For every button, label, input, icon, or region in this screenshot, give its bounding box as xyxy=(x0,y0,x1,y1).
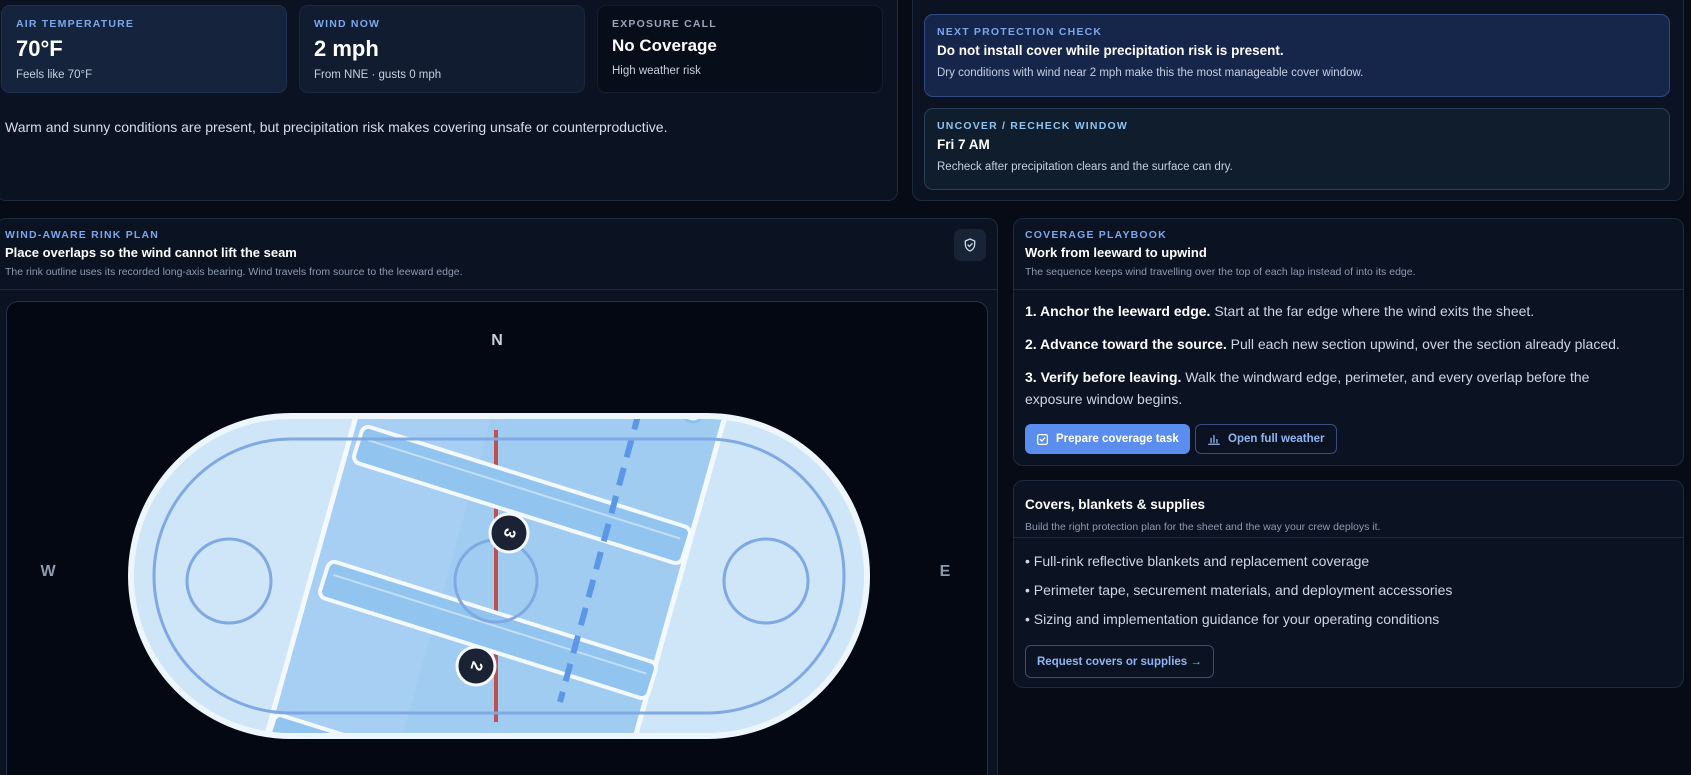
prepare-coverage-task-label: Prepare coverage task xyxy=(1056,433,1179,445)
compass-west: W xyxy=(40,563,56,580)
supplies-title: Covers, blankets & supplies xyxy=(1025,497,1206,512)
playbook-step: 2. Advance toward the source. Pull each … xyxy=(1025,336,1620,352)
playbook-header: COVERAGE PLAYBOOK Work from leeward to u… xyxy=(1025,229,1416,278)
air-temperature-label: AIR TEMPERATURE xyxy=(16,18,135,30)
rink-plan-subtitle: The rink outline uses its recorded long-… xyxy=(5,266,463,278)
supplies-list-item: • Perimeter tape, securement materials, … xyxy=(1025,582,1453,598)
recheck-window-card: UNCOVER / RECHECK WINDOW Fri 7 AM Rechec… xyxy=(924,108,1670,190)
next-protection-check-card: NEXT PROTECTION CHECK Do not install cov… xyxy=(924,14,1670,97)
rink-plan-header: WIND-AWARE RINK PLAN Place overlaps so t… xyxy=(5,229,463,278)
exposure-call-card: EXPOSURE CALL No Coverage High weather r… xyxy=(597,5,883,93)
wind-direction-text: From NNE · gusts 0 mph xyxy=(314,69,442,81)
air-temperature-card: AIR TEMPERATURE 70°F Feels like 70°F xyxy=(1,5,287,93)
sequence-marker-2: 2 xyxy=(455,645,497,687)
coverage-playbook-panel: COVERAGE PLAYBOOK Work from leeward to u… xyxy=(1013,218,1684,466)
next-check-body: Dry conditions with wind near 2 mph make… xyxy=(937,67,1364,79)
rink-plan-title: Place overlaps so the wind cannot lift t… xyxy=(5,245,297,260)
supplies-list-item: • Full-rink reflective blankets and repl… xyxy=(1025,553,1370,569)
shield-check-button[interactable] xyxy=(954,229,986,261)
air-temperature-value: 70°F xyxy=(16,36,63,61)
prepare-coverage-task-button[interactable]: Prepare coverage task xyxy=(1025,424,1190,454)
open-full-weather-label: Open full weather xyxy=(1228,433,1325,445)
playbook-steps: 1. Anchor the leeward edge. Start at the… xyxy=(1025,300,1635,410)
recheck-body: Recheck after precipitation clears and t… xyxy=(937,161,1233,173)
next-check-label: NEXT PROTECTION CHECK xyxy=(937,26,1103,38)
next-check-title: Do not install cover while precipitation… xyxy=(937,43,1284,58)
supplies-divider xyxy=(1014,537,1683,538)
playbook-divider xyxy=(1014,289,1683,290)
shield-check-icon xyxy=(964,238,976,252)
rink-plan-divider xyxy=(0,289,997,290)
request-covers-label: Request covers or supplies → xyxy=(1037,655,1202,668)
sequence-marker-3: 3 xyxy=(488,512,530,554)
bar-chart-icon xyxy=(1208,434,1220,445)
rink-plan-panel: WIND-AWARE RINK PLAN Place overlaps so t… xyxy=(0,218,998,775)
supplies-header: Covers, blankets & supplies Build the ri… xyxy=(1025,493,1380,533)
recheck-title: Fri 7 AM xyxy=(937,137,990,152)
wind-now-value: 2 mph xyxy=(314,36,379,61)
exposure-risk-text: High weather risk xyxy=(612,65,701,77)
playbook-step: 1. Anchor the leeward edge. Start at the… xyxy=(1025,303,1535,319)
checkbox-icon xyxy=(1036,433,1049,445)
conditions-panel: AIR TEMPERATURE 70°F Feels like 70°F WIN… xyxy=(0,0,898,201)
open-full-weather-button[interactable]: Open full weather xyxy=(1195,424,1337,454)
feels-like-text: Feels like 70°F xyxy=(16,69,93,81)
request-covers-button[interactable]: Request covers or supplies → xyxy=(1025,645,1214,678)
rink-diagram-frame: 3 2 N W E xyxy=(6,301,988,775)
rink-diagram: 3 2 N W E xyxy=(40,332,951,739)
exposure-call-value: No Coverage xyxy=(612,36,717,55)
exposure-call-label: EXPOSURE CALL xyxy=(612,18,717,30)
playbook-step: 3. Verify before leaving. Walk the windw… xyxy=(1025,369,1590,407)
playbook-label: COVERAGE PLAYBOOK xyxy=(1025,229,1167,241)
supplies-panel: Covers, blankets & supplies Build the ri… xyxy=(1013,480,1684,688)
conditions-summary: Warm and sunny conditions are present, b… xyxy=(5,119,668,135)
playbook-title: Work from leeward to upwind xyxy=(1025,245,1207,260)
supplies-list-item: • Sizing and implementation guidance for… xyxy=(1025,611,1440,627)
playbook-subtitle: The sequence keeps wind travelling over … xyxy=(1025,266,1416,278)
recheck-label: UNCOVER / RECHECK WINDOW xyxy=(937,120,1128,132)
wind-now-label: WIND NOW xyxy=(314,18,381,30)
supplies-subtitle: Build the right protection plan for the … xyxy=(1025,521,1381,533)
compass-north: N xyxy=(491,332,503,349)
wind-now-card: WIND NOW 2 mph From NNE · gusts 0 mph xyxy=(299,5,585,93)
compass-east: E xyxy=(940,563,951,580)
rink-plan-label: WIND-AWARE RINK PLAN xyxy=(5,229,160,241)
